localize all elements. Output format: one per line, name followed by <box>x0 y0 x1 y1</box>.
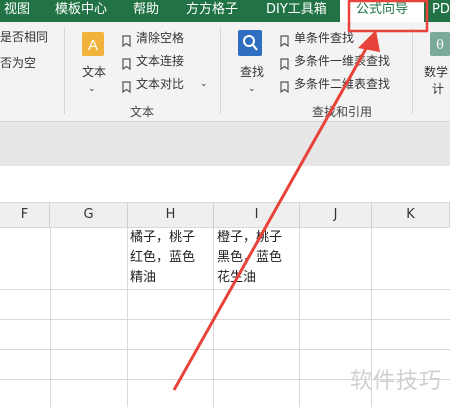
arrow-head-icon <box>358 30 380 52</box>
annotation-overlay <box>172 0 429 391</box>
annotation-arrow-line <box>172 37 374 391</box>
highlight-box <box>347 0 429 33</box>
